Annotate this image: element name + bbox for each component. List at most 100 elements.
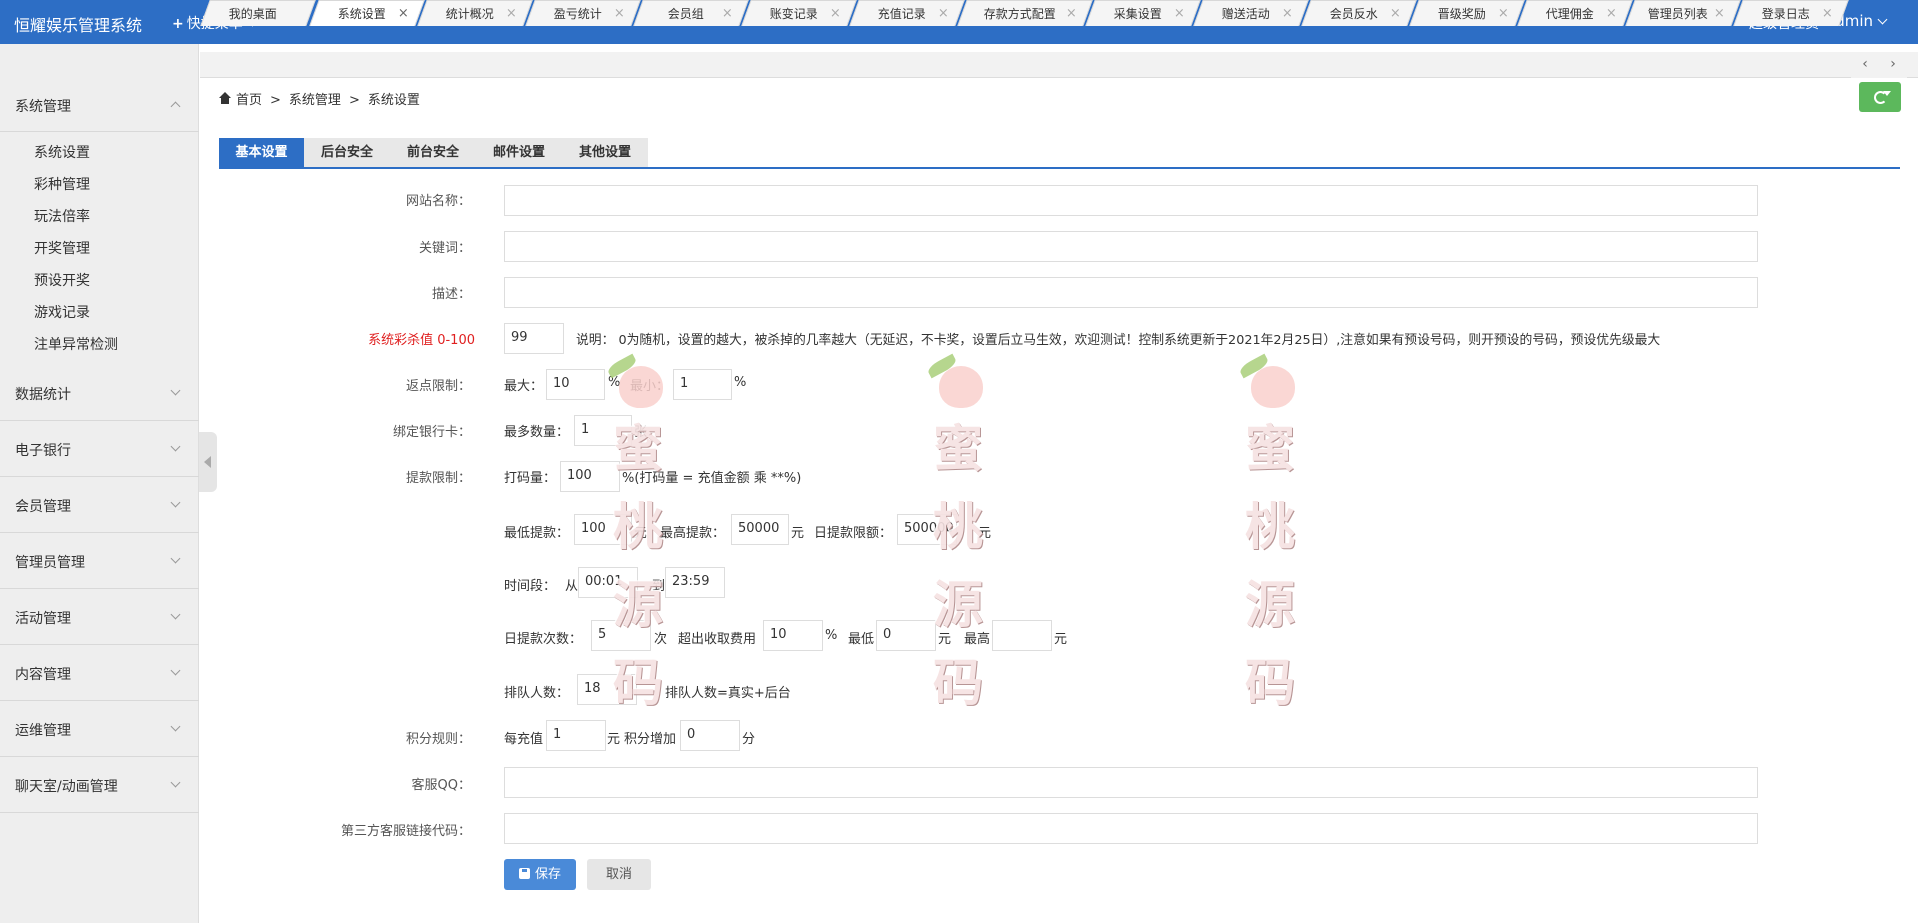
sidebar-group-label: 内容管理 — [15, 667, 71, 683]
tab-system-settings[interactable]: 系统设置 × — [309, 0, 425, 27]
close-icon[interactable]: × — [614, 1, 625, 27]
period-to-input[interactable]: 23:59 — [665, 567, 725, 598]
close-icon[interactable]: × — [1282, 1, 1293, 27]
tab-label: 充值记录 — [877, 7, 926, 21]
subtab-basic[interactable]: 基本设置 — [219, 138, 304, 167]
tab-label: 会员反水 — [1329, 7, 1378, 21]
rebate-max-input[interactable]: 10 — [546, 369, 605, 400]
sidebar-item-bet-anomaly[interactable]: 注单异常检测 — [34, 334, 118, 354]
max-withdraw-input[interactable]: 50000 — [731, 514, 789, 545]
qq-input[interactable] — [504, 767, 1758, 798]
tab-admin-list[interactable]: 管理员列表 × — [1625, 0, 1741, 27]
keywords-input[interactable] — [504, 231, 1758, 262]
fee-min-input[interactable]: 0 — [876, 620, 936, 651]
yuan-unit: 元 — [1054, 632, 1068, 647]
sidebar-group-label: 数据统计 — [15, 387, 71, 403]
tab-collection-settings[interactable]: 采集设置 × — [1085, 0, 1201, 27]
tab-gift-activities[interactable]: 赠送活动 × — [1193, 0, 1309, 27]
fee-input[interactable]: 10 — [763, 620, 823, 651]
fee-max-input[interactable] — [992, 620, 1052, 651]
tab-agent-commission[interactable]: 代理佣金 × — [1517, 0, 1633, 27]
points-add-input[interactable]: 0 — [680, 720, 740, 751]
tabs-next-button[interactable]: › — [1879, 52, 1907, 78]
kill-rate-input[interactable]: 99 — [504, 323, 564, 354]
percent-unit: % — [825, 628, 838, 643]
subtab-backend-security[interactable]: 后台安全 — [304, 138, 390, 167]
subtab-frontend-security[interactable]: 前台安全 — [390, 138, 476, 167]
sidebar-group-ebank[interactable]: 电子银行 — [0, 421, 199, 477]
refresh-button[interactable] — [1859, 82, 1901, 112]
sidebar-item-system-settings[interactable]: 系统设置 — [34, 142, 90, 162]
tab-member-groups[interactable]: 会员组 × — [633, 0, 749, 27]
tab-account-changes[interactable]: 账变记录 × — [741, 0, 857, 27]
tab-recharge-records[interactable]: 充值记录 × — [849, 0, 965, 27]
site-name-input[interactable] — [504, 185, 1758, 216]
close-icon[interactable]: × — [1066, 1, 1077, 27]
third-party-input[interactable] — [504, 813, 1758, 844]
sidebar-item-game-records[interactable]: 游戏记录 — [34, 302, 90, 322]
breadcrumb-home[interactable]: 首页 — [236, 93, 262, 108]
chevron-down-icon — [170, 609, 181, 620]
sidebar-group-label: 电子银行 — [15, 443, 71, 459]
sidebar-group-content[interactable]: 内容管理 — [0, 645, 199, 701]
sidebar-group-chat[interactable]: 聊天室/动画管理 — [0, 757, 199, 813]
subtab-other[interactable]: 其他设置 — [562, 138, 648, 167]
subtab-mail[interactable]: 邮件设置 — [476, 138, 562, 167]
rebate-min-input[interactable]: 1 — [673, 369, 732, 400]
tabs-prev-button[interactable]: ‹ — [1851, 52, 1879, 78]
sidebar-group-system[interactable]: 系统管理 — [0, 44, 199, 132]
close-icon[interactable]: × — [938, 1, 949, 27]
sidebar-group-members[interactable]: 会员管理 — [0, 477, 199, 533]
tab-deposit-methods[interactable]: 存款方式配置 × — [957, 0, 1093, 27]
close-icon[interactable]: × — [1498, 1, 1509, 27]
floppy-disk-icon — [518, 868, 530, 879]
tab-desktop[interactable]: 我的桌面 — [200, 0, 316, 26]
description-input[interactable] — [504, 277, 1758, 308]
from-label: 从 — [565, 579, 579, 594]
close-icon[interactable]: × — [1606, 1, 1617, 27]
sidebar-item-lottery-types[interactable]: 彩种管理 — [34, 174, 90, 194]
chevron-left-icon: ‹ — [1862, 56, 1868, 72]
tab-label: 盈亏统计 — [553, 7, 602, 21]
save-button[interactable]: 保存 — [504, 859, 576, 890]
tab-login-log[interactable]: 登录日志 × — [1733, 0, 1849, 27]
tab-member-rebate[interactable]: 会员反水 × — [1301, 0, 1417, 27]
sidebar-group-activities[interactable]: 活动管理 — [0, 589, 199, 645]
save-label: 保存 — [534, 867, 561, 882]
chevron-down-icon — [170, 777, 181, 788]
bank-card-label: 绑定银行卡： — [392, 425, 471, 440]
sidebar-group-ops[interactable]: 运维管理 — [0, 701, 199, 757]
close-icon[interactable]: × — [722, 1, 733, 27]
sidebar-group-admins[interactable]: 管理员管理 — [0, 533, 199, 589]
breadcrumb-separator: > — [348, 93, 360, 108]
tab-stats-overview[interactable]: 统计概况 × — [417, 0, 533, 27]
close-icon[interactable]: × — [398, 1, 409, 27]
chevron-down-icon — [170, 497, 181, 508]
qq-label: 客服QQ： — [411, 778, 471, 793]
tab-profit-stats[interactable]: 盈亏统计 × — [525, 0, 641, 27]
sidebar: 系统管理 系统设置 彩种管理 玩法倍率 开奖管理 预设开奖 游戏记录 注单异常检… — [0, 44, 199, 923]
description-label: 描述： — [431, 287, 471, 302]
tab-label: 会员组 — [667, 7, 704, 21]
close-icon[interactable]: × — [1822, 1, 1833, 27]
watermark-char: 源 — [613, 575, 663, 634]
close-icon[interactable]: × — [830, 1, 841, 27]
sidebar-item-play-odds[interactable]: 玩法倍率 — [34, 206, 90, 226]
breadcrumb-level1[interactable]: 系统管理 — [289, 93, 341, 108]
watermark: 蜜 桃 源 码 — [605, 353, 668, 722]
chevron-down-icon — [170, 385, 181, 396]
close-icon[interactable]: × — [1390, 1, 1401, 27]
sidebar-group-statistics[interactable]: 数据统计 — [0, 365, 199, 421]
sidebar-item-draw-management[interactable]: 开奖管理 — [34, 238, 90, 258]
close-icon[interactable]: × — [506, 1, 517, 27]
close-icon[interactable]: × — [1714, 1, 1725, 27]
close-icon[interactable]: × — [1174, 1, 1185, 27]
keywords-label: 关键词： — [418, 241, 471, 256]
points-per-input[interactable]: 1 — [546, 720, 606, 751]
tab-label: 统计概况 — [445, 7, 494, 21]
tab-promotion-rewards[interactable]: 晋级奖励 × — [1409, 0, 1525, 27]
cancel-button[interactable]: 取消 — [587, 859, 651, 890]
sidebar-collapse-toggle[interactable] — [199, 432, 217, 492]
sidebar-item-preset-draw[interactable]: 预设开奖 — [34, 270, 90, 290]
percent-unit: % — [734, 375, 747, 390]
